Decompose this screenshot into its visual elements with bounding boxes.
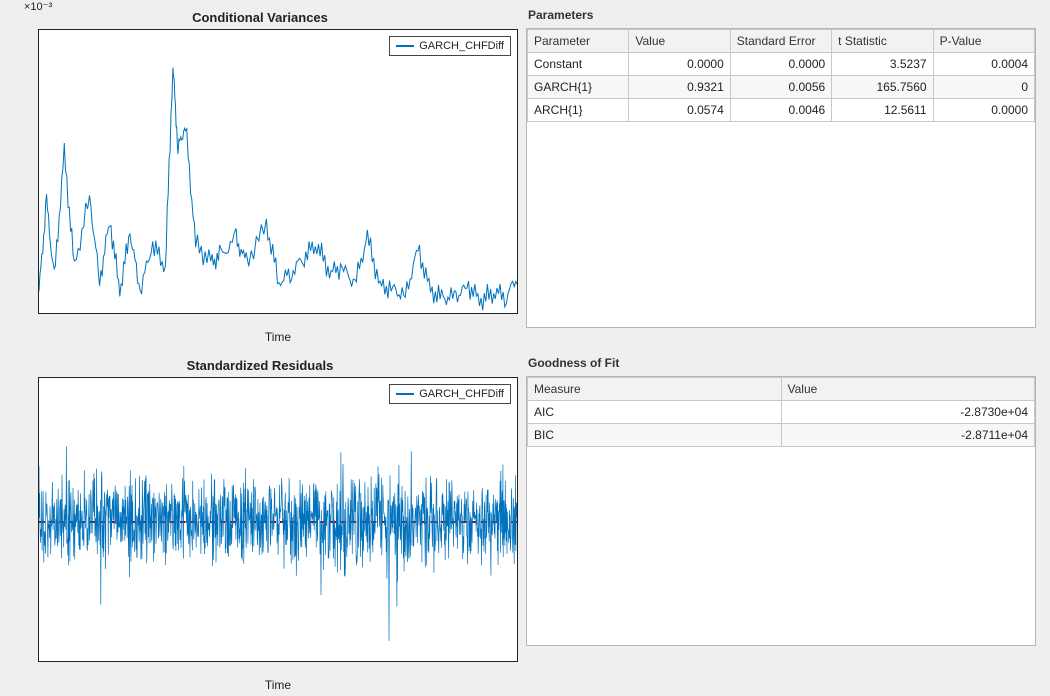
residuals-plot: GARCH_CHFDiff -6-4-20246 198019821984198… — [38, 377, 518, 662]
col-header[interactable]: Value — [781, 378, 1035, 401]
gof-table-wrap[interactable]: MeasureValueAIC-2.8730e+04BIC-2.8711e+04 — [526, 376, 1036, 646]
cell: 0.0056 — [730, 76, 831, 99]
col-header[interactable]: Standard Error — [730, 30, 831, 53]
parameters-panel: Parameters ParameterValueStandard Errort… — [520, 0, 1050, 348]
parameters-header: Parameters — [528, 8, 1036, 22]
cell: AIC — [528, 401, 782, 424]
chart-title-bottom: Standardized Residuals — [12, 358, 508, 373]
parameters-table-wrap[interactable]: ParameterValueStandard Errort StatisticP… — [526, 28, 1036, 328]
cell: 0.9321 — [629, 76, 730, 99]
chart-title-top: Conditional Variances — [12, 10, 508, 25]
cell: 0.0004 — [933, 53, 1034, 76]
cell: Constant — [528, 53, 629, 76]
residuals-panel: Standardized Residuals GARCH_CHFDiff -6-… — [0, 348, 520, 696]
y-exponent-label: ×10⁻³ — [24, 0, 52, 13]
line-series-top — [39, 30, 518, 314]
cell: 0.0046 — [730, 99, 831, 122]
col-header[interactable]: Measure — [528, 378, 782, 401]
cell: ARCH{1} — [528, 99, 629, 122]
cell: -2.8711e+04 — [781, 424, 1035, 447]
cell: 165.7560 — [832, 76, 933, 99]
gof-panel: Goodness of Fit MeasureValueAIC-2.8730e+… — [520, 348, 1050, 696]
parameters-table: ParameterValueStandard Errort StatisticP… — [527, 29, 1035, 122]
cell: BIC — [528, 424, 782, 447]
cell: GARCH{1} — [528, 76, 629, 99]
conditional-variances-plot: GARCH_CHFDiff 00.20.40.60.811.2 19801982… — [38, 29, 518, 314]
table-row[interactable]: BIC-2.8711e+04 — [528, 424, 1035, 447]
table-row[interactable]: ARCH{1}0.05740.004612.56110.0000 — [528, 99, 1035, 122]
x-label-top: Time — [38, 330, 518, 344]
gof-header: Goodness of Fit — [528, 356, 1036, 370]
col-header[interactable]: t Statistic — [832, 30, 933, 53]
cell: 0.0000 — [730, 53, 831, 76]
gof-table: MeasureValueAIC-2.8730e+04BIC-2.8711e+04 — [527, 377, 1035, 447]
table-row[interactable]: AIC-2.8730e+04 — [528, 401, 1035, 424]
cell: 0.0000 — [629, 53, 730, 76]
cell: 0 — [933, 76, 1034, 99]
col-header[interactable]: P-Value — [933, 30, 1034, 53]
line-series-bottom — [39, 378, 518, 662]
cell: 0.0000 — [933, 99, 1034, 122]
table-row[interactable]: Constant0.00000.00003.52370.0004 — [528, 53, 1035, 76]
col-header[interactable]: Value — [629, 30, 730, 53]
cell: 3.5237 — [832, 53, 933, 76]
col-header[interactable]: Parameter — [528, 30, 629, 53]
x-label-bottom: Time — [38, 678, 518, 692]
cell: -2.8730e+04 — [781, 401, 1035, 424]
cell: 12.5611 — [832, 99, 933, 122]
conditional-variances-panel: ×10⁻³ Conditional Variances GARCH_CHFDif… — [0, 0, 520, 348]
cell: 0.0574 — [629, 99, 730, 122]
table-row[interactable]: GARCH{1}0.93210.0056165.75600 — [528, 76, 1035, 99]
